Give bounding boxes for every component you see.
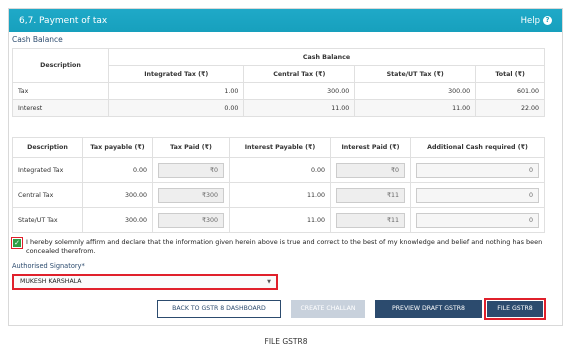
cell-interest-payable: 0.00 bbox=[229, 157, 331, 183]
col-description: Description bbox=[12, 137, 83, 158]
help-link[interactable]: Help ? bbox=[521, 16, 552, 26]
additional-cash-input: 0 bbox=[416, 212, 539, 228]
tax-paid-input: ₹300 bbox=[158, 187, 224, 203]
signatory-select[interactable]: MUKESH KARSHALA ▼ bbox=[12, 274, 278, 290]
table-row: Interest 0.00 11.00 11.00 22.00 bbox=[12, 99, 545, 117]
chevron-down-icon: ▼ bbox=[267, 279, 271, 285]
interest-paid-input: ₹0 bbox=[336, 162, 405, 178]
col-interest-payable: Interest Payable (₹) bbox=[229, 137, 331, 158]
checkmark-icon: ✓ bbox=[13, 239, 21, 247]
back-to-dashboard-button[interactable]: BACK TO GSTR 8 DASHBOARD bbox=[157, 300, 281, 318]
cell-state: 11.00 bbox=[354, 99, 477, 117]
figure-caption: FILE GSTR8 bbox=[264, 337, 308, 346]
file-gstr8-button[interactable]: FILE GSTR8 bbox=[487, 301, 543, 317]
declaration: I hereby solemnly affirm and declare tha… bbox=[12, 238, 547, 256]
col-group-cash-balance: Cash Balance bbox=[108, 48, 545, 66]
row-label: Central Tax bbox=[12, 182, 83, 208]
col-integrated-tax: Integrated Tax (₹) bbox=[107, 65, 245, 83]
cell-total: 22.00 bbox=[475, 99, 545, 117]
cell-central: 11.00 bbox=[243, 99, 356, 117]
table-row: State/UT Tax 300.00 ₹300 11.00 ₹11 0 bbox=[12, 207, 545, 233]
tax-paid-input: ₹300 bbox=[158, 212, 224, 228]
cell-interest-payable: 11.00 bbox=[229, 182, 331, 208]
cell-integrated: 0.00 bbox=[107, 99, 245, 117]
cell-state: 300.00 bbox=[354, 82, 477, 100]
col-total: Total (₹) bbox=[475, 65, 545, 83]
signatory-selected: MUKESH KARSHALA bbox=[20, 278, 82, 285]
tax-paid-input: ₹0 bbox=[158, 162, 224, 178]
col-additional-cash: Additional Cash required (₹) bbox=[410, 137, 545, 158]
help-icon[interactable]: ? bbox=[543, 16, 552, 25]
payment-table: Description Tax payable (₹) Tax Paid (₹)… bbox=[12, 137, 545, 233]
create-challan-button[interactable]: CREATE CHALLAN bbox=[291, 300, 365, 318]
row-label: Interest bbox=[12, 99, 109, 117]
cell-tax-payable: 300.00 bbox=[82, 207, 153, 233]
additional-cash-input: 0 bbox=[416, 187, 539, 203]
file-button-highlight: FILE GSTR8 bbox=[484, 298, 546, 320]
cash-balance-title: Cash Balance bbox=[12, 35, 63, 44]
cell-total: 601.00 bbox=[475, 82, 545, 100]
panel-title: 6,7. Payment of tax bbox=[19, 15, 108, 26]
col-tax-payable: Tax payable (₹) bbox=[82, 137, 153, 158]
cell-tax-payable: 0.00 bbox=[82, 157, 153, 183]
interest-paid-input: ₹11 bbox=[336, 187, 405, 203]
declaration-text: I hereby solemnly affirm and declare tha… bbox=[26, 238, 543, 255]
col-tax-paid: Tax Paid (₹) bbox=[152, 137, 230, 158]
cash-balance-table: Description Cash Balance Integrated Tax … bbox=[12, 48, 545, 117]
col-description: Description bbox=[12, 48, 109, 83]
table-row: Integrated Tax 0.00 ₹0 0.00 ₹0 0 bbox=[12, 157, 545, 183]
declaration-checkbox[interactable]: ✓ bbox=[11, 237, 23, 249]
row-label: Tax bbox=[12, 82, 109, 100]
help-label[interactable]: Help bbox=[521, 16, 540, 26]
additional-cash-input: 0 bbox=[416, 162, 539, 178]
signatory-label: Authorised Signatory* bbox=[12, 262, 85, 270]
panel-header: 6,7. Payment of tax Help ? bbox=[9, 9, 562, 32]
cell-tax-payable: 300.00 bbox=[82, 182, 153, 208]
table-row: Tax 1.00 300.00 300.00 601.00 bbox=[12, 82, 545, 100]
cell-central: 300.00 bbox=[243, 82, 356, 100]
cell-interest-payable: 11.00 bbox=[229, 207, 331, 233]
col-interest-paid: Interest Paid (₹) bbox=[330, 137, 411, 158]
interest-paid-input: ₹11 bbox=[336, 212, 405, 228]
row-label: Integrated Tax bbox=[12, 157, 83, 183]
col-state-tax: State/UT Tax (₹) bbox=[354, 65, 477, 83]
row-label: State/UT Tax bbox=[12, 207, 83, 233]
col-central-tax: Central Tax (₹) bbox=[243, 65, 356, 83]
table-row: Central Tax 300.00 ₹300 11.00 ₹11 0 bbox=[12, 182, 545, 208]
preview-draft-button[interactable]: PREVIEW DRAFT GSTR8 bbox=[375, 300, 482, 318]
cell-integrated: 1.00 bbox=[107, 82, 245, 100]
